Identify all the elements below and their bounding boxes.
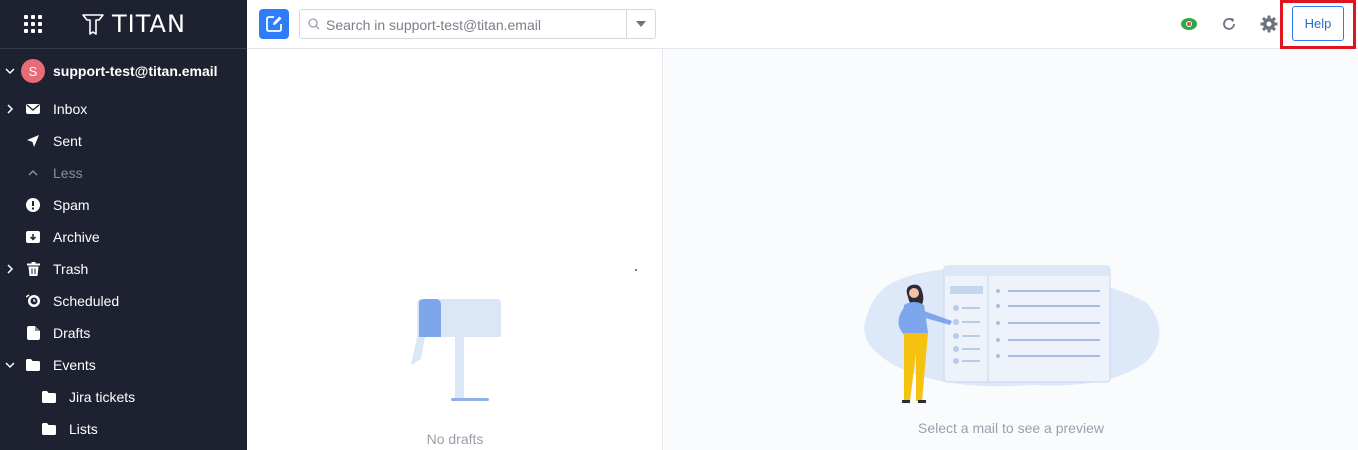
envelope-icon — [25, 101, 41, 117]
titan-logo[interactable]: TITAN — [80, 10, 186, 38]
drafts-icon — [25, 325, 41, 341]
exclamation-circle-icon — [25, 197, 41, 213]
folder-icon — [41, 421, 57, 437]
sidebar-item-label: Trash — [53, 261, 89, 277]
preview-illustration — [864, 265, 1160, 403]
status-indicator-icon[interactable] — [1179, 14, 1199, 34]
gear-icon[interactable] — [1259, 14, 1279, 34]
sidebar: TITAN S support-test@titan.email Inbox S… — [0, 0, 247, 450]
help-button[interactable]: Help — [1292, 6, 1344, 41]
apps-grid-icon — [24, 15, 42, 33]
sidebar-item-jira-tickets[interactable]: Jira tickets — [0, 381, 247, 413]
chevron-down-icon[interactable] — [4, 65, 16, 77]
sidebar-item-label: Inbox — [53, 101, 88, 117]
sidebar-item-inbox[interactable]: Inbox — [0, 93, 247, 125]
preview-empty-text: Select a mail to see a preview — [918, 420, 1104, 436]
sidebar-item-lists[interactable]: Lists — [0, 413, 247, 445]
account-email: support-test@titan.email — [53, 63, 218, 79]
sidebar-item-label: Archive — [53, 229, 100, 245]
sidebar-item-label: Scheduled — [53, 293, 120, 309]
chevron-down-icon[interactable] — [4, 359, 16, 371]
folder-icon — [41, 389, 57, 405]
sidebar-item-label: Spam — [53, 197, 90, 213]
archive-icon — [25, 229, 41, 245]
folder-icon — [25, 357, 41, 373]
brand-name: TITAN — [112, 10, 186, 38]
trash-icon — [25, 261, 41, 277]
search-divider — [626, 10, 627, 38]
search-box[interactable] — [299, 9, 656, 39]
sidebar-item-archive[interactable]: Archive — [0, 221, 247, 253]
search-input[interactable] — [326, 16, 616, 33]
mailbox-illustration — [411, 299, 501, 401]
sidebar-item-drafts[interactable]: Drafts — [0, 317, 247, 349]
account-row[interactable]: S support-test@titan.email — [0, 49, 247, 93]
sidebar-item-label: Lists — [69, 421, 98, 437]
chevron-right-icon[interactable] — [4, 263, 16, 275]
top-bar: Help — [247, 0, 1358, 49]
sidebar-item-spam[interactable]: Spam — [0, 189, 247, 221]
sidebar-item-label: Drafts — [53, 325, 91, 341]
sidebar-item-events[interactable]: Events — [0, 349, 247, 381]
search-icon — [308, 18, 320, 30]
chevron-up-icon — [25, 165, 41, 181]
refresh-icon[interactable] — [1219, 14, 1239, 34]
sidebar-item-less[interactable]: Less — [0, 157, 247, 189]
chevron-right-icon[interactable] — [4, 103, 16, 115]
clock-icon — [25, 293, 41, 309]
paper-plane-icon — [25, 133, 41, 149]
apps-grid-button[interactable] — [0, 0, 66, 49]
avatar: S — [21, 59, 45, 83]
sidebar-item-scheduled[interactable]: Scheduled — [0, 285, 247, 317]
titan-logo-icon — [82, 14, 104, 35]
caret-down-icon[interactable] — [636, 21, 646, 27]
message-list-pane: No drafts — [247, 49, 663, 450]
loading-dot — [635, 269, 637, 271]
empty-state-text: No drafts — [426, 431, 484, 447]
compose-button[interactable] — [259, 9, 289, 39]
preview-pane: Select a mail to see a preview — [664, 49, 1358, 450]
sidebar-item-label: Less — [53, 165, 83, 181]
compose-icon — [266, 16, 282, 32]
sidebar-item-label: Events — [53, 357, 96, 373]
brand-bar: TITAN — [0, 0, 247, 49]
sidebar-item-trash[interactable]: Trash — [0, 253, 247, 285]
sidebar-item-sent[interactable]: Sent — [0, 125, 247, 157]
sidebar-item-label: Jira tickets — [69, 389, 136, 405]
sidebar-item-label: Sent — [53, 133, 82, 149]
